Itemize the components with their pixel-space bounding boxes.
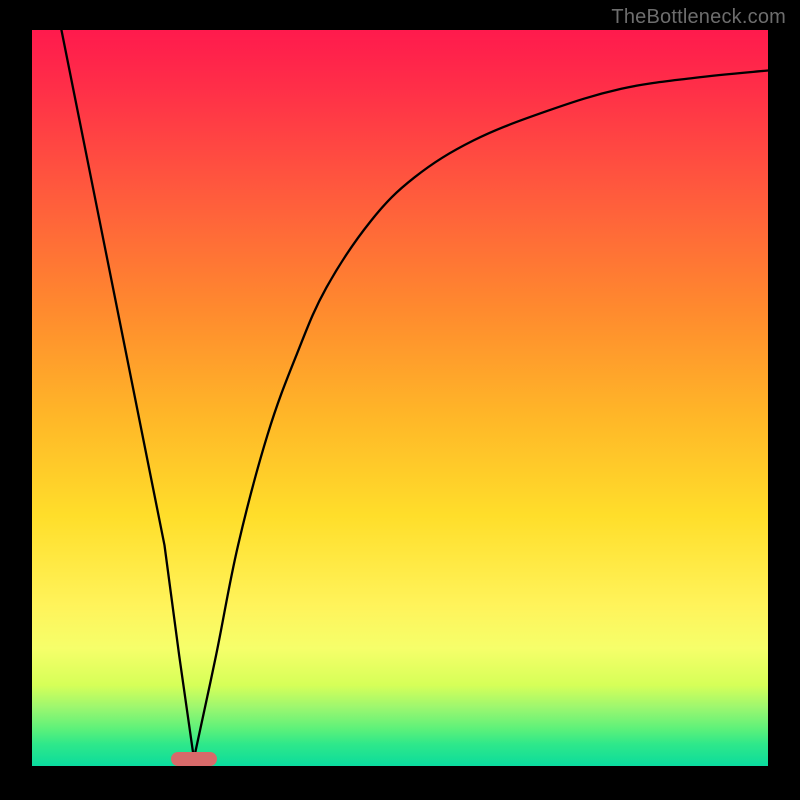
chart-frame: TheBottleneck.com [0, 0, 800, 800]
curve-right-branch [194, 70, 768, 758]
curve-layer [32, 30, 768, 766]
curve-left-branch [61, 30, 193, 759]
optimal-point-marker [171, 752, 217, 766]
plot-area [32, 30, 768, 766]
attribution-watermark: TheBottleneck.com [611, 6, 786, 29]
